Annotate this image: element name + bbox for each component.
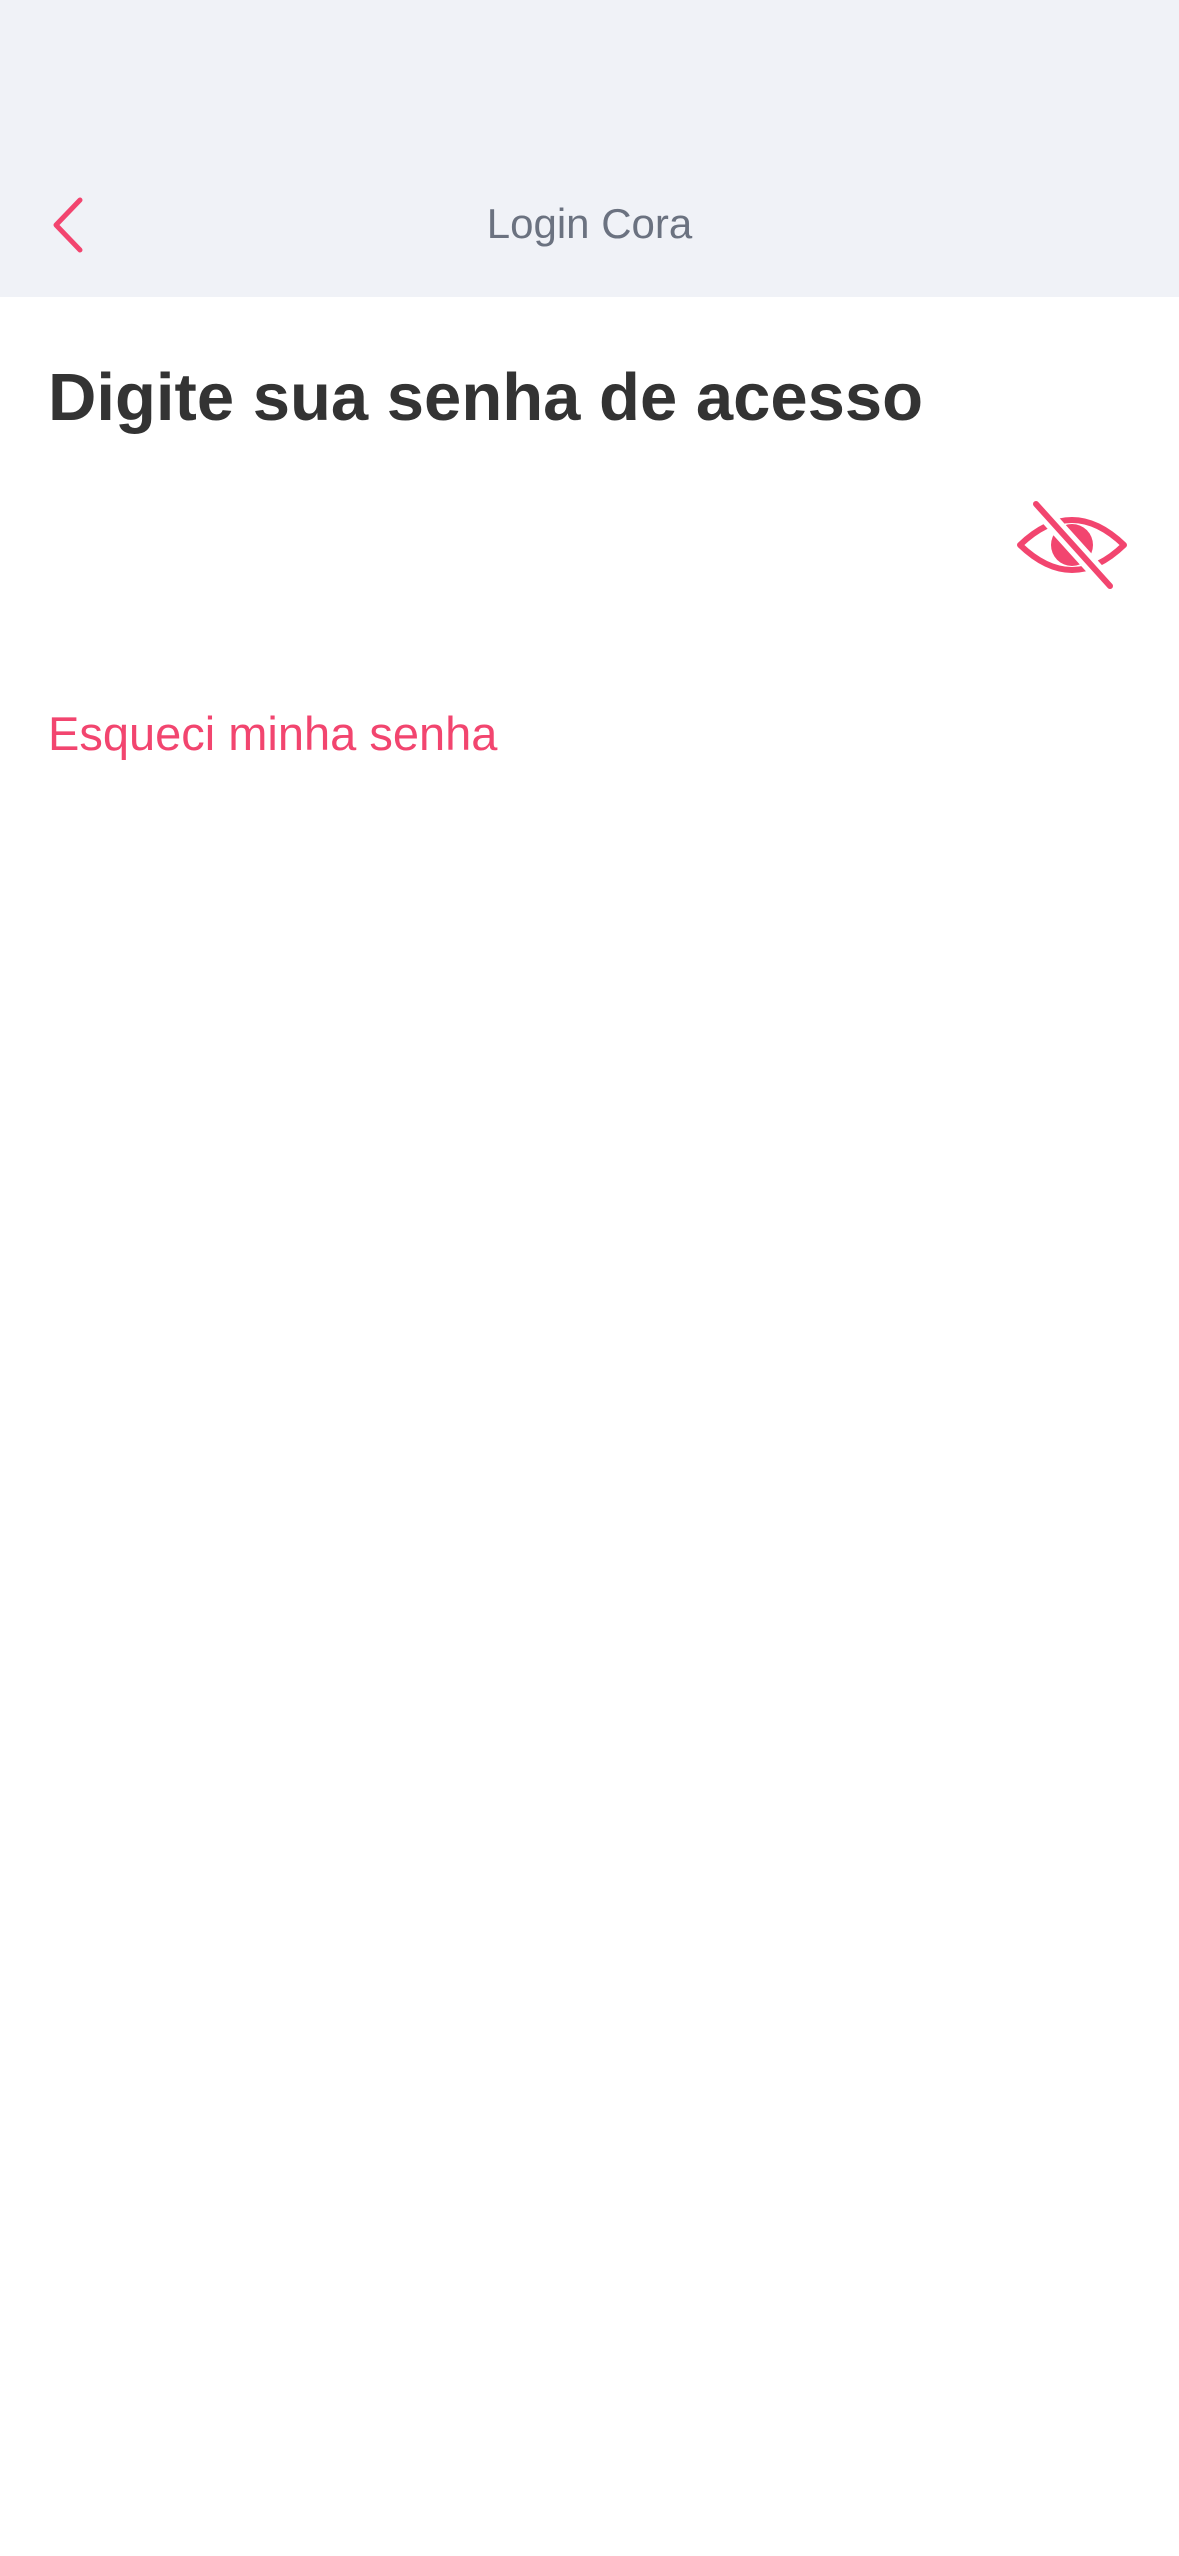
header-title: Login Cora (486, 200, 693, 247)
eye-off-icon (1017, 496, 1127, 594)
toggle-password-visibility-button[interactable] (1014, 490, 1131, 600)
top-app-bar: Login Cora (0, 0, 1179, 297)
forgot-password-link[interactable]: Esqueci minha senha (48, 704, 497, 764)
password-input[interactable] (48, 490, 1008, 600)
password-field (48, 490, 1131, 600)
page-title: Digite sua senha de acesso (48, 360, 924, 435)
